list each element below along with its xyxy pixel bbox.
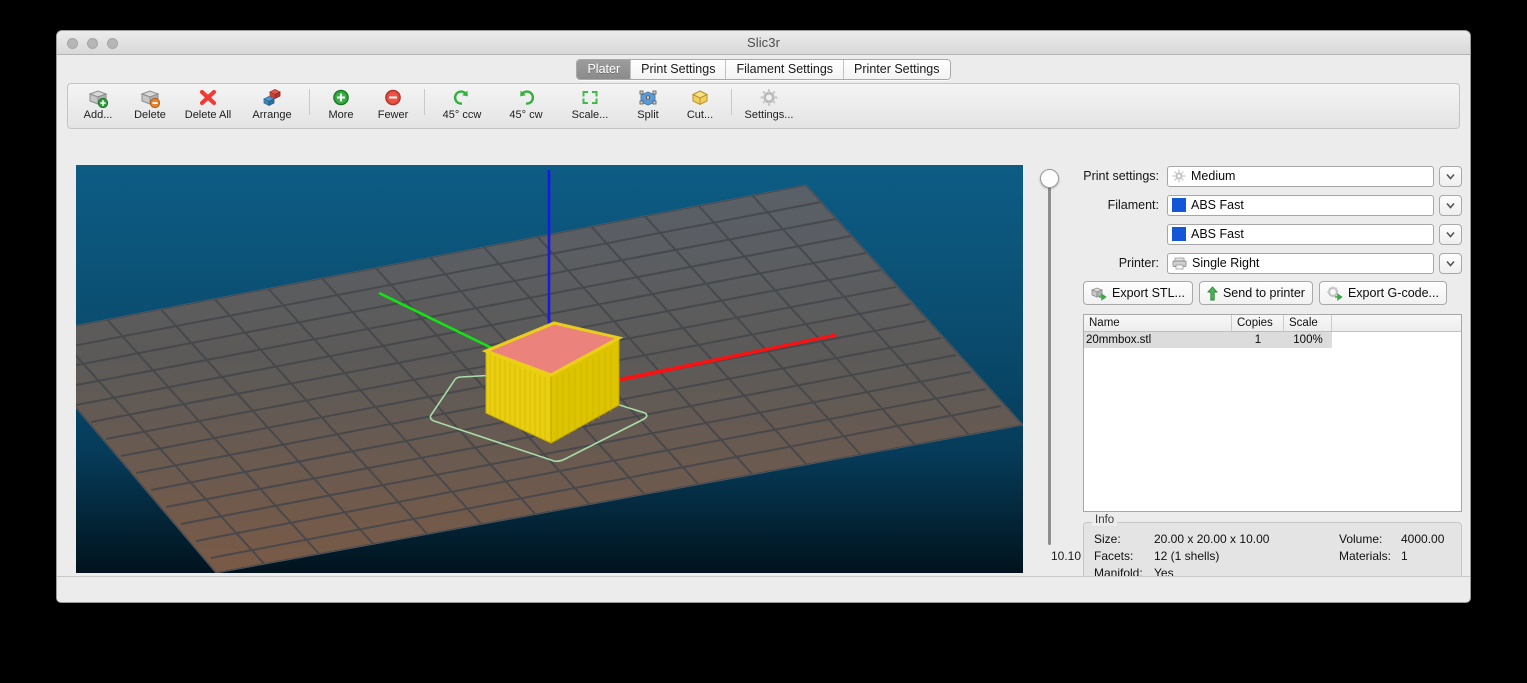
send-to-printer-button[interactable]: Send to printer <box>1198 281 1313 305</box>
layer-slider-knob[interactable] <box>1040 169 1059 188</box>
right-settings-panel: Print settings: Medium Filament: ABS Fas… <box>1083 165 1462 602</box>
filament-2-dropdown-button[interactable] <box>1439 223 1462 245</box>
filament-label: Filament: <box>1107 198 1159 212</box>
object-list-table[interactable]: Name Copies Scale 20mmbox.stl 1 100% <box>1083 314 1462 512</box>
info-size-label: Size: <box>1094 531 1121 546</box>
slic3r-window: Slic3r Plater Print Settings Filament Se… <box>56 30 1471 603</box>
arrange-icon <box>240 86 304 108</box>
send-to-printer-label: Send to printer <box>1222 286 1305 300</box>
tab-plater[interactable]: Plater <box>577 59 632 79</box>
export-gcode-icon <box>1326 285 1343 301</box>
print-settings-row: Print settings: Medium <box>1083 165 1462 187</box>
toolbar-separator <box>424 89 425 115</box>
export-gcode-label: Export G-code... <box>1347 286 1439 300</box>
rotate-cw-icon <box>494 86 558 108</box>
filament-1-dropdown-button[interactable] <box>1439 194 1462 216</box>
delete-all-icon <box>176 86 240 108</box>
filament-2-row: ABS Fast <box>1083 223 1462 245</box>
main-tabbar-container: Plater Print Settings Filament Settings … <box>57 55 1470 83</box>
column-header-name[interactable]: Name <box>1084 315 1232 331</box>
object-list-header: Name Copies Scale <box>1084 315 1461 332</box>
gear-icon <box>737 86 801 108</box>
delete-object-icon <box>124 86 176 108</box>
info-volume-value: 4000.00 <box>1401 531 1445 546</box>
chevron-down-icon <box>1446 173 1455 180</box>
filament-1-row: Filament: ABS Fast <box>1083 194 1462 216</box>
filament-2-value: ABS Fast <box>1191 227 1244 241</box>
export-gcode-button[interactable]: Export G-code... <box>1318 281 1447 305</box>
info-legend-label: Info <box>1092 514 1118 526</box>
rotate-ccw-icon <box>430 86 494 108</box>
cut-icon <box>674 86 726 108</box>
more-copies-icon <box>315 86 367 108</box>
filament-2-combo[interactable]: ABS Fast <box>1167 223 1434 245</box>
column-header-filler <box>1332 315 1461 331</box>
toolbar-separator <box>309 89 310 115</box>
export-stl-button[interactable]: Export STL... <box>1083 281 1193 305</box>
status-bar <box>57 576 1470 602</box>
tab-print-settings[interactable]: Print Settings <box>631 59 727 79</box>
table-row[interactable]: 20mmbox.stl 1 100% <box>1084 332 1461 348</box>
3d-preview-canvas[interactable] <box>76 165 1023 573</box>
action-buttons-row: Export STL... Send to printer Export G-c… <box>1083 281 1462 305</box>
layer-slider-track[interactable] <box>1048 187 1051 545</box>
column-header-copies[interactable]: Copies <box>1232 315 1284 331</box>
print-settings-label: Print settings: <box>1083 169 1159 183</box>
tab-filament-settings[interactable]: Filament Settings <box>726 59 845 79</box>
upload-arrow-icon <box>1206 285 1218 301</box>
layer-slider-container: 10.10 <box>1023 165 1083 573</box>
printer-value: Single Right <box>1192 256 1260 270</box>
scale-icon <box>558 86 622 108</box>
info-volume-label: Volume: <box>1339 531 1383 546</box>
printer-icon <box>1172 257 1187 270</box>
filament-1-combo[interactable]: ABS Fast <box>1167 194 1434 216</box>
info-materials-label: Materials: <box>1339 548 1392 563</box>
filament-1-value: ABS Fast <box>1191 198 1244 212</box>
tab-printer-settings[interactable]: Printer Settings <box>844 59 950 79</box>
fewer-copies-icon <box>367 86 419 108</box>
info-row-facets: Facets: 12 (1 shells) Materials: 1 <box>1094 547 1451 564</box>
gear-icon <box>1172 169 1186 183</box>
info-facets-label: Facets: <box>1094 548 1134 563</box>
export-stl-label: Export STL... <box>1112 286 1185 300</box>
info-materials-value: 1 <box>1401 548 1408 563</box>
main-tabbar: Plater Print Settings Filament Settings … <box>576 58 951 80</box>
print-settings-dropdown-button[interactable] <box>1439 165 1462 187</box>
chevron-down-icon <box>1446 260 1455 267</box>
chevron-down-icon <box>1446 231 1455 238</box>
color-swatch-icon <box>1172 198 1186 212</box>
printer-row: Printer: Single Right <box>1083 252 1462 274</box>
window-titlebar: Slic3r <box>57 31 1470 55</box>
printer-dropdown-button[interactable] <box>1439 252 1462 274</box>
layer-slider-value: 10.10 <box>1050 549 1081 563</box>
info-row-size: Size: 20.00 x 20.00 x 10.00 Volume: 4000… <box>1094 530 1451 547</box>
object-row-scale: 100% <box>1293 334 1323 346</box>
print-settings-combo[interactable]: Medium <box>1167 165 1434 187</box>
chevron-down-icon <box>1446 202 1455 209</box>
printer-combo[interactable]: Single Right <box>1167 252 1434 274</box>
info-size-value: 20.00 x 20.00 x 10.00 <box>1154 531 1270 546</box>
color-swatch-icon <box>1172 227 1186 241</box>
bed-and-model-svg <box>76 170 1023 573</box>
object-row-copies: 1 <box>1254 334 1262 346</box>
column-header-scale[interactable]: Scale <box>1284 315 1332 331</box>
export-stl-icon <box>1091 286 1107 301</box>
toolbar-separator <box>731 89 732 115</box>
print-settings-value: Medium <box>1191 169 1236 183</box>
add-object-icon <box>72 86 124 108</box>
plater-content: 10.10 3D 2D Preview Layers Print setting… <box>57 115 1470 602</box>
info-facets-value: 12 (1 shells) <box>1154 548 1220 563</box>
window-title: Slic3r <box>746 35 781 50</box>
object-row-name: 20mmbox.stl <box>1086 334 1152 346</box>
printer-label: Printer: <box>1118 256 1159 270</box>
split-icon <box>622 86 674 108</box>
